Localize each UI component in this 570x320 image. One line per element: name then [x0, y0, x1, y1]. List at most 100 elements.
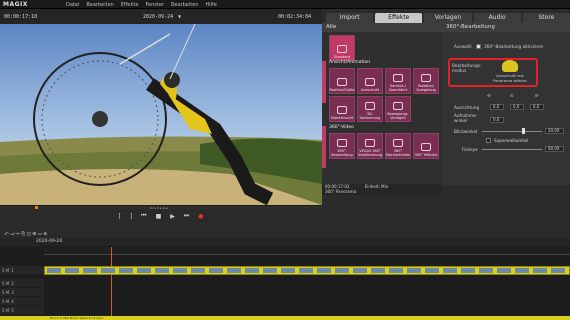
stereo-icon: [393, 139, 403, 147]
capture-angle-label: Aufnahme-winkel: [454, 113, 478, 123]
menu-window[interactable]: Fenster: [145, 2, 164, 8]
tile-label: Objektivsicht: [330, 116, 354, 120]
view-angle-slider-handle[interactable]: [522, 128, 525, 134]
project-date: 2020-09-24: [143, 14, 174, 20]
transport-controls: [ ] ⏮ ■ ▶ ⏭ ●: [0, 209, 322, 223]
category-animation[interactable]: Ansicht/Animation: [329, 60, 370, 65]
tile-camera-zoom[interactable]: Kamera-/ Zoomfahrt: [385, 68, 411, 94]
mark-in-icon[interactable]: [: [118, 213, 120, 220]
tile-360-edit[interactable]: 360°-Bearbeitung: [329, 133, 355, 159]
tab-import[interactable]: Import: [326, 13, 374, 23]
view-angle-slider[interactable]: [482, 131, 542, 132]
mute-button[interactable]: S M: [2, 308, 9, 313]
timeline-playhead[interactable]: [111, 247, 112, 320]
panorama-mode-icon[interactable]: [502, 60, 518, 72]
video-preview[interactable]: [0, 24, 322, 205]
stop-icon[interactable]: ■: [156, 213, 162, 220]
track-number: 4: [11, 298, 14, 304]
track-header: S M5: [0, 306, 44, 314]
checkbox-label: 360°-Bearbeitung aktivieren: [484, 44, 544, 49]
properties-panel: 360°-Bearbeitung Auswahl 360°-Bearbeitun…: [442, 23, 570, 185]
menu-edit[interactable]: Bearbeiten: [86, 2, 113, 8]
video-clip[interactable]: [44, 266, 570, 275]
track-header: S M3: [0, 288, 44, 296]
menu-help[interactable]: Hilfe: [205, 2, 216, 8]
time-ruler[interactable]: [44, 247, 570, 255]
mark-out-icon[interactable]: ]: [130, 213, 132, 220]
clip-title-bar: Bruno V 360 Bruno Video 9 c3.mp4: [0, 316, 570, 320]
fisheye-slider[interactable]: [482, 149, 542, 150]
view-angle-label: Blickwinkel: [454, 129, 478, 134]
superwide-checkbox[interactable]: [486, 138, 491, 143]
mute-button[interactable]: S M: [2, 268, 9, 273]
filter-select[interactable]: Alle: [326, 24, 336, 30]
tile-lens[interactable]: Objektivsicht: [329, 96, 355, 122]
mute-button[interactable]: S M: [2, 299, 9, 304]
crop-icon: [365, 78, 375, 86]
mute-button[interactable]: S M: [2, 281, 9, 286]
tile-motion-templates[interactable]: Bewegungs-Vorlagen: [385, 96, 411, 122]
tile-position[interactable]: Position/Größe: [329, 68, 355, 94]
properties-title: 360°-Bearbeitung: [442, 23, 570, 32]
tab-store[interactable]: Store: [522, 13, 570, 23]
fisheye-field[interactable]: 00,00: [545, 146, 564, 152]
fisheye-label: Fisheye: [462, 147, 478, 152]
tile-label: 360° Mitblick: [414, 153, 438, 157]
effects-browser: Alle Standard Ansicht/Animation Position…: [322, 23, 442, 195]
effects-filter-bar: Alle: [322, 23, 442, 32]
preview-topbar: 00:00:17:10 2020-09-24 ▼ 00:02:34:04: [0, 9, 322, 24]
tile-label: Bewegungs-Vorlagen: [387, 112, 409, 120]
lens-icon: [337, 106, 347, 114]
tool-icons[interactable]: ⤺ ⤻ ✂ ⎘ ◫ ⊞ ▭ ⊕: [4, 231, 47, 237]
rotate-left-icon[interactable]: ⟲: [487, 93, 491, 98]
rotate-center-icon[interactable]: ⊙: [510, 93, 514, 98]
footer-item[interactable]: 360° Panorama: [325, 189, 356, 194]
view-icon: [421, 143, 431, 151]
clip-thumbnails: [47, 268, 565, 273]
tile-360-stabilize[interactable]: VEGAS 360° Stabilisierung: [357, 133, 383, 159]
mute-button[interactable]: S M: [2, 290, 9, 295]
orientation-y-field[interactable]: 0,0: [510, 104, 524, 110]
tile-360-view[interactable]: 360° Mitblick: [413, 133, 439, 159]
orientation-label: Ausrichtung: [454, 105, 480, 110]
tile-360-stereo[interactable]: 360° Stereostreifen: [385, 133, 411, 159]
track-header: S M4: [0, 297, 44, 305]
media-pool-tabs: Import Effekte Vorlagen Audio Store: [326, 13, 570, 23]
play-icon[interactable]: ▶: [170, 213, 175, 220]
category-360-video[interactable]: 360°-Video: [329, 125, 354, 130]
previous-icon[interactable]: ⏮: [141, 212, 146, 220]
tile-label: 360°-Bearbeitung: [331, 149, 353, 157]
camera-icon: [393, 74, 403, 82]
menu-edit-2[interactable]: Bearbeiten: [171, 2, 198, 8]
chevron-down-icon[interactable]: ▼: [178, 14, 181, 19]
menu-effects[interactable]: Effekte: [121, 2, 139, 8]
tab-templates[interactable]: Vorlagen: [424, 13, 472, 23]
tile-3d-deform[interactable]: 3D-Verformung: [357, 96, 383, 122]
view-angle-field[interactable]: 20,00: [545, 128, 564, 134]
track-header: S M2: [0, 279, 44, 287]
motion-icon: [393, 102, 403, 110]
menu-file[interactable]: Datei: [66, 2, 79, 8]
tile-standard[interactable]: Standard: [329, 35, 355, 61]
edit-mode-label: Bearbeitungs-modus: [452, 63, 482, 73]
rotate-right-icon[interactable]: ⟳: [535, 93, 539, 98]
orientation-z-field[interactable]: 0,0: [530, 104, 544, 110]
orientation-x-field[interactable]: 0,0: [490, 104, 504, 110]
effects-footer: 00:00:17:03 Einheit: Min 360° Panorama: [322, 184, 442, 195]
main-menu: Datei Bearbeiten Effekte Fenster Bearbei…: [66, 2, 217, 8]
superwide-label: Superweitwinkel: [494, 138, 529, 143]
tile-crop[interactable]: Ausschnitt: [357, 68, 383, 94]
tab-effects[interactable]: Effekte: [375, 13, 423, 23]
menu-bar: MAGIX Datei Bearbeiten Effekte Fenster B…: [0, 0, 570, 9]
tile-label: 360° Stereostreifen: [385, 149, 411, 157]
capture-angle-field[interactable]: 0,0: [490, 117, 504, 123]
enable-360-checkbox[interactable]: [476, 44, 481, 49]
timeline-toolbar: ⤺ ⤻ ✂ ⎘ ◫ ⊞ ▭ ⊕: [0, 230, 570, 238]
tile-label: 3D-Verformung: [359, 112, 381, 120]
standard-icon: [337, 45, 347, 53]
record-icon[interactable]: ●: [198, 213, 203, 220]
tile-rotation[interactable]: Rotation/ Spiegelung: [413, 68, 439, 94]
cube-icon: [365, 102, 375, 110]
next-icon[interactable]: ⏭: [184, 212, 189, 220]
tab-audio[interactable]: Audio: [473, 13, 521, 23]
